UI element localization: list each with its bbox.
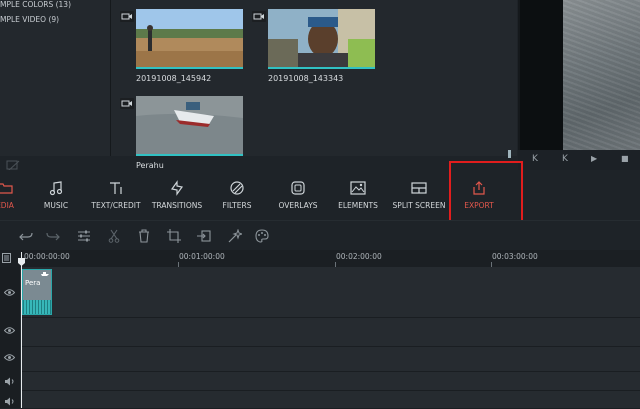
audio-waveform — [23, 300, 51, 314]
prev-frame-icon[interactable]: K — [532, 154, 538, 164]
tab-media[interactable]: EDIA — [0, 170, 24, 220]
crop-icon[interactable] — [167, 229, 181, 243]
adjust-icon[interactable] — [77, 229, 91, 243]
timecode-label: 00:01:00:00 — [179, 252, 225, 261]
clip-progress-bar — [136, 67, 243, 69]
clip-thumbnail[interactable] — [268, 9, 375, 69]
video-track-2[interactable] — [21, 318, 640, 347]
eye-icon[interactable] — [4, 353, 15, 362]
timecode-label: 00:02:00:00 — [336, 252, 382, 261]
track-header-column — [0, 267, 21, 408]
library-pane: MPLE COLORS (13) MPLE VIDEO (9) — [0, 0, 111, 156]
text-icon — [110, 182, 122, 194]
tab-split-screen[interactable]: SPLIT SCREEN — [389, 170, 449, 220]
timeline-clip[interactable]: Pera — [22, 269, 52, 315]
preview-video — [563, 0, 640, 150]
video-track-3[interactable] — [21, 347, 640, 372]
tab-label: SPLIT SCREEN — [392, 201, 446, 210]
clip-name: 20191008_145942 — [136, 74, 212, 83]
step-back-icon[interactable]: K — [562, 154, 568, 164]
eye-icon[interactable] — [4, 288, 15, 297]
transitions-icon — [170, 180, 184, 196]
color-icon[interactable] — [255, 229, 269, 243]
preview-scrub-handle[interactable] — [508, 150, 511, 158]
video-camera-icon — [252, 11, 266, 22]
player-controls: K K ▶ ■ — [518, 150, 640, 170]
media-grid: 20191008_145942 20191008_143343 Perahu — [111, 0, 517, 170]
speaker-icon[interactable] — [4, 377, 15, 386]
library-item-sample-colors[interactable]: MPLE COLORS (13) — [0, 0, 71, 9]
video-camera-icon — [120, 98, 134, 109]
clip-name: Perahu — [136, 161, 164, 170]
audio-track-1[interactable] — [21, 372, 640, 391]
tab-label: TEXT/CREDIT — [91, 201, 141, 210]
music-note-icon — [49, 181, 63, 196]
video-camera-icon — [120, 11, 134, 22]
clip-label: Pera — [25, 279, 41, 287]
tab-music[interactable]: MUSIC — [36, 170, 76, 220]
tab-filters[interactable]: FILTERS — [217, 170, 257, 220]
speaker-icon[interactable] — [4, 397, 15, 406]
main-toolbar: EDIA MUSIC TEXT/CREDIT TRANSITIONS FILTE… — [0, 170, 640, 220]
overlays-icon — [291, 181, 305, 195]
play-icon[interactable]: ▶ — [591, 154, 597, 163]
timeline-settings-icon[interactable] — [2, 253, 11, 263]
tab-label: MUSIC — [43, 201, 69, 210]
boat-icon — [41, 272, 49, 276]
playhead-line[interactable] — [21, 252, 22, 408]
tab-label: OVERLAYS — [278, 201, 318, 210]
folder-icon — [0, 183, 13, 194]
cut-icon[interactable] — [107, 229, 121, 243]
clip-progress-bar — [136, 154, 243, 156]
library-item-sample-video[interactable]: MPLE VIDEO (9) — [0, 15, 59, 24]
tab-text-credit[interactable]: TEXT/CREDIT — [88, 170, 144, 220]
elements-icon — [350, 181, 366, 195]
wand-icon[interactable] — [228, 229, 242, 243]
timecode-label: 00:03:00:00 — [492, 252, 538, 261]
split-screen-icon — [411, 182, 427, 194]
audio-track-2[interactable] — [21, 391, 640, 409]
tab-transitions[interactable]: TRANSITIONS — [146, 170, 208, 220]
tab-elements[interactable]: ELEMENTS — [334, 170, 382, 220]
tab-label: TRANSITIONS — [151, 201, 203, 210]
clip-thumbnail[interactable] — [136, 96, 243, 156]
undo-icon[interactable] — [19, 229, 33, 243]
playhead-handle[interactable] — [18, 258, 25, 266]
disabled-monitor-icon — [6, 157, 20, 172]
edit-toolbar — [0, 220, 640, 251]
tab-label: EDIA — [0, 201, 14, 210]
filters-icon — [230, 181, 244, 195]
tab-label: FILTERS — [222, 201, 252, 210]
clip-thumbnail[interactable] — [136, 9, 243, 69]
timecode-label: 00:00:00:00 — [24, 252, 70, 261]
redo-icon[interactable] — [46, 229, 60, 243]
eye-icon[interactable] — [4, 326, 15, 335]
preview-pane — [520, 0, 640, 150]
stop-icon[interactable]: ■ — [621, 154, 629, 163]
timeline-ruler[interactable]: 00:00:00:00 00:01:00:00 00:02:00:00 00:0… — [0, 250, 640, 268]
clip-progress-bar — [268, 67, 375, 69]
clip-name: 20191008_143343 — [268, 74, 344, 83]
video-track-1[interactable] — [21, 267, 640, 318]
tab-overlays[interactable]: OVERLAYS — [273, 170, 323, 220]
tab-label: ELEMENTS — [338, 201, 378, 210]
delete-icon[interactable] — [137, 229, 151, 243]
detach-audio-icon[interactable] — [197, 229, 211, 243]
